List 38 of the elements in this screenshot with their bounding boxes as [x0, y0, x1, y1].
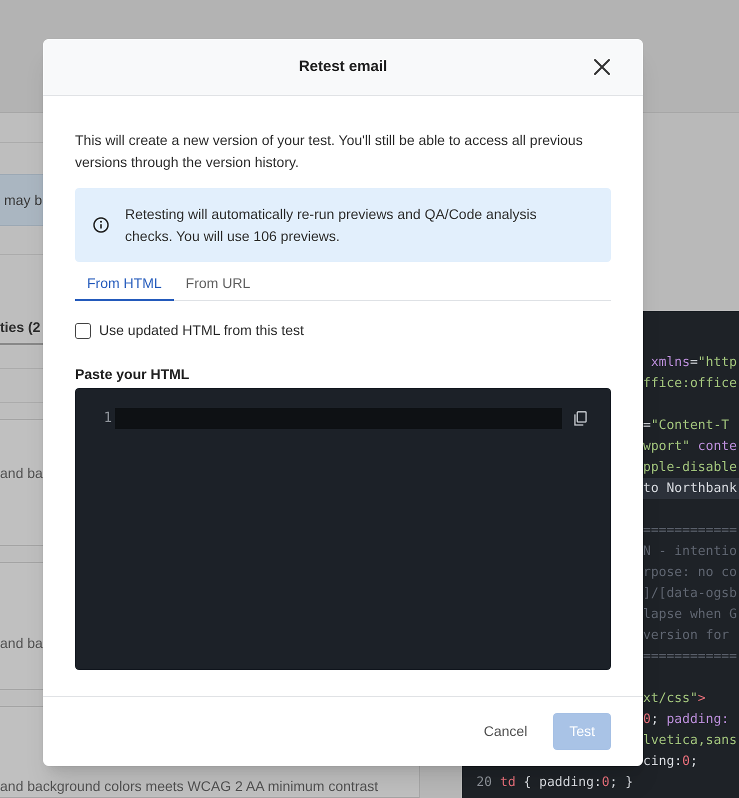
close-icon[interactable] [593, 58, 611, 76]
section-heading[interactable]: ties (2 [0, 316, 40, 338]
code-line: lapse when G [643, 606, 737, 624]
code-line: ============ [643, 648, 737, 666]
intro-text: This will create a new version of your test. You'll still be able to access all previous versions through the version history. [75, 131, 584, 172]
code-line: N - intentio [643, 542, 737, 561]
dialog-title: Retest email [298, 56, 388, 77]
checkbox[interactable] [75, 322, 91, 338]
code-line: wport" conte [643, 438, 737, 456]
code-line: rpose: no co [643, 564, 737, 582]
code-line: xmlns="http [650, 354, 737, 372]
line-number: 20 [475, 774, 492, 792]
code-line: ]/[data-ogsb [643, 584, 737, 603]
result-text: and ba [0, 634, 43, 653]
info-icon [93, 217, 109, 233]
result-text: and ba [0, 464, 43, 483]
code-line: version for [643, 626, 730, 645]
code-line: xt/css"> [643, 690, 706, 708]
field-label: Paste your HTML [75, 365, 190, 384]
code-line: ============ [643, 522, 737, 540]
notice-text: Retesting will automatically re-run previews and QA/Code analysis checks. You will use 106 previews. [125, 205, 538, 246]
code-line: pple-disable [643, 458, 737, 477]
tab[interactable]: From URL [174, 268, 262, 301]
code-line: ="Content-T [643, 416, 730, 435]
code-line: 0; padding: [643, 710, 730, 729]
banner-text: may b [4, 190, 42, 210]
code-line: td { padding:0; } [500, 774, 634, 792]
line-number: 1 [102, 409, 113, 428]
code-line: to Northbank [643, 480, 737, 498]
cancel-button[interactable]: Cancel [474, 713, 538, 750]
html-code-field[interactable]: 1 [75, 388, 611, 670]
code-line: ffice:office [643, 374, 737, 393]
copy-icon[interactable] [574, 411, 587, 426]
checkbox-label: Use updated HTML from this test [99, 321, 304, 340]
code-line: cing:0; [643, 752, 698, 771]
code-line: lvetica,sans [643, 732, 737, 750]
tab[interactable]: From HTML [75, 268, 174, 301]
result-text: and background colors meets WCAG 2 AA minimum contrast [0, 777, 378, 796]
